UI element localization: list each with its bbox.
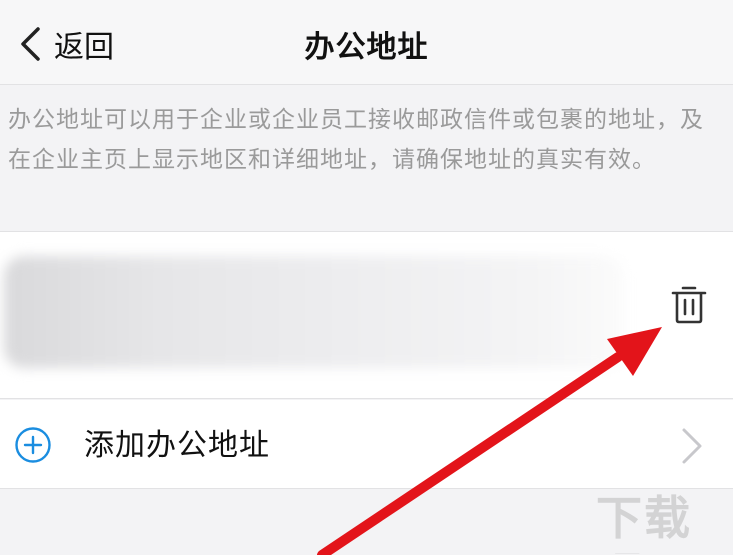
page-title: 办公地址 [304,30,429,65]
address-content-blurred [4,256,624,368]
bottom-divider [0,488,733,489]
nav-bar: 返回 办公地址 [0,0,733,84]
row-divider [0,398,733,399]
chevron-right-icon [682,428,702,464]
nav-divider [0,84,733,85]
address-row[interactable] [0,232,733,398]
watermark: 下载吧 [596,491,692,554]
trash-icon[interactable] [668,282,710,326]
add-office-address-label: 添加办公地址 [84,428,270,463]
plus-circle-icon [15,427,51,463]
add-office-address-row[interactable]: 添加办公地址 [0,400,733,488]
description-text: 办公地址可以用于企业或企业员工接收邮政信件或包裹的地址，及在企业主页上显示地区和… [8,107,704,173]
